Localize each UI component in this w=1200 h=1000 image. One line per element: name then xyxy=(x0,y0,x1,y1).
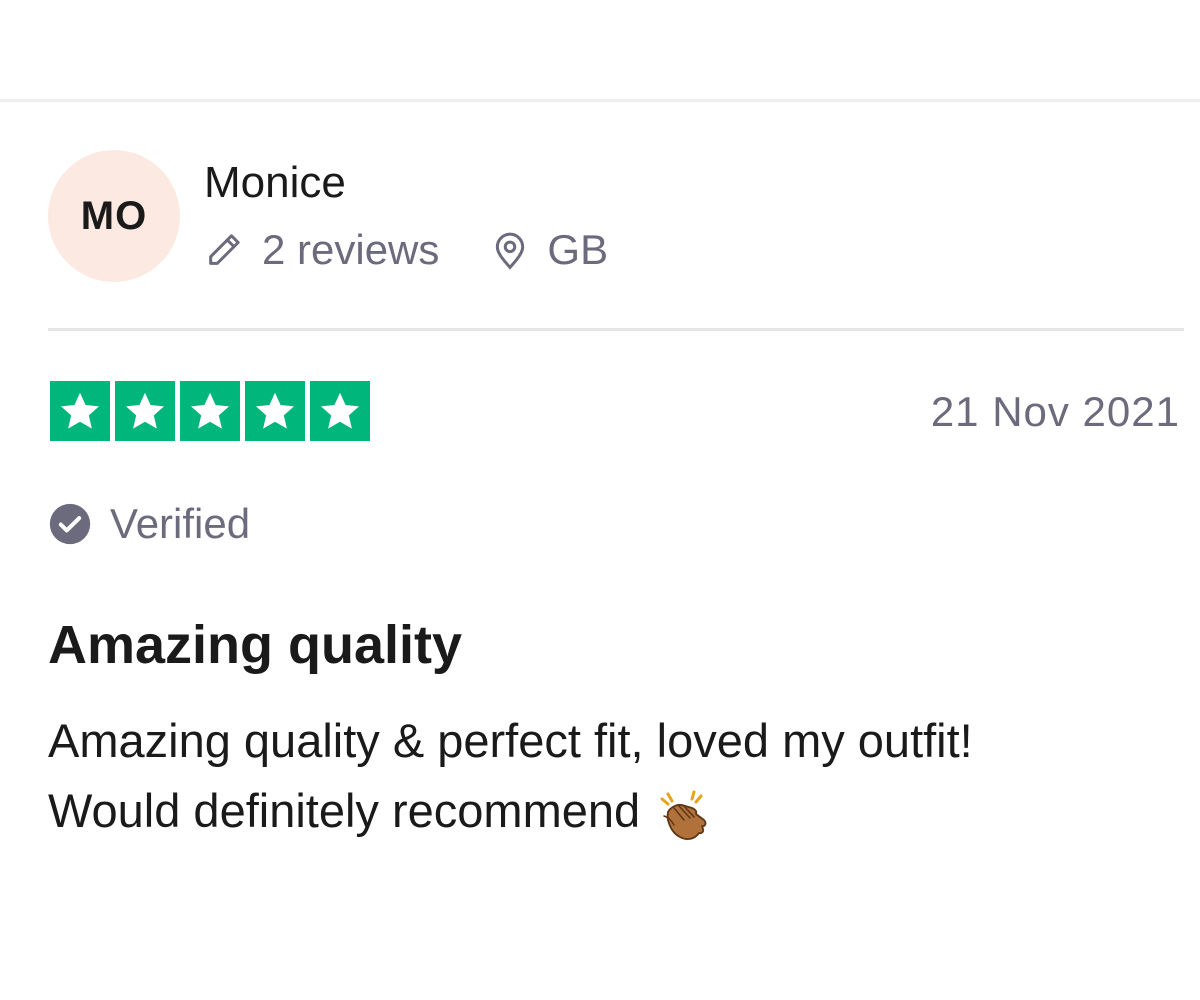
star-icon xyxy=(180,381,240,441)
avatar[interactable]: MO xyxy=(48,150,180,282)
star-icon xyxy=(245,381,305,441)
location-pin-icon xyxy=(491,229,529,271)
reviewer-meta: 2 reviews GB xyxy=(204,224,608,276)
verified-check-icon xyxy=(48,502,110,546)
star-rating xyxy=(50,381,370,441)
reviews-count[interactable]: 2 reviews xyxy=(204,226,439,274)
section-divider xyxy=(48,328,1184,331)
country-label: GB xyxy=(547,226,609,273)
reviewer-location: GB xyxy=(491,226,608,274)
review-body-text: Would definitely recommend xyxy=(48,784,641,837)
review-body-line: Amazing quality & perfect fit, loved my … xyxy=(48,714,973,767)
reviewer-name[interactable]: Monice xyxy=(204,158,346,208)
review-body-line: Would definitely recommend xyxy=(48,776,1188,846)
star-icon xyxy=(310,381,370,441)
pencil-icon xyxy=(204,230,244,270)
verified-badge[interactable]: Verified xyxy=(48,500,250,548)
top-divider xyxy=(0,99,1200,102)
reviewer-header: MO Monice 2 reviews GB xyxy=(48,150,1188,282)
star-icon xyxy=(115,381,175,441)
review-date: 21 Nov 2021 xyxy=(930,388,1180,435)
verified-label: Verified xyxy=(110,500,251,547)
star-icon xyxy=(50,381,110,441)
clapping-hands-icon xyxy=(654,786,712,844)
reviews-count-label: 2 reviews xyxy=(262,226,440,273)
review-title: Amazing quality xyxy=(48,615,463,675)
review-body: Amazing quality & perfect fit, loved my … xyxy=(48,706,1188,846)
